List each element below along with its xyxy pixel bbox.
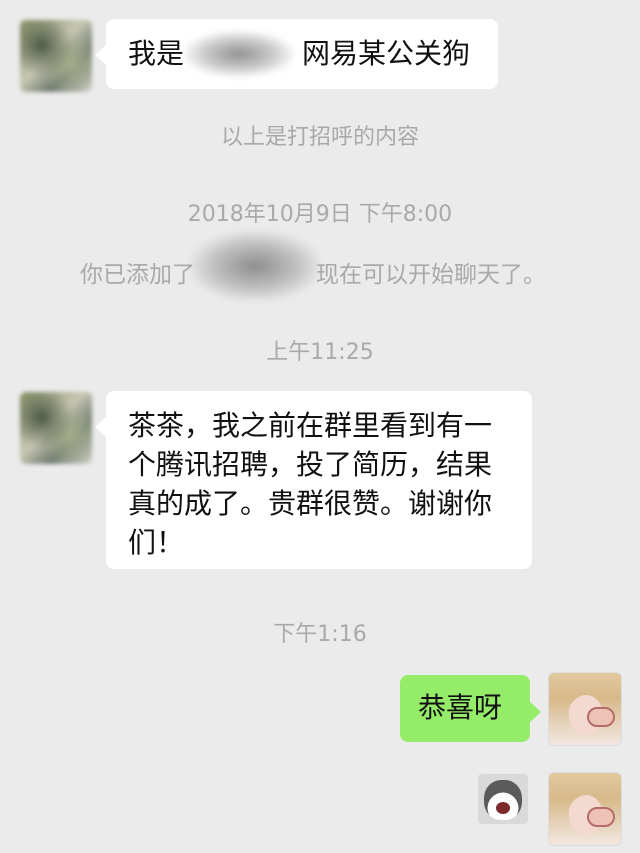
timestamp-1: 2018年10月9日 下午8:00 — [187, 202, 453, 227]
user-avatar-icon-2[interactable] — [548, 772, 622, 846]
contact-avatar[interactable] — [20, 20, 92, 92]
added-contact-note: 你已添加了 现在可以开始聊天了。 — [80, 231, 560, 301]
added-note-prefix: 你已添加了 — [80, 262, 195, 288]
contact-avatar-2[interactable] — [20, 392, 92, 464]
timestamp-3: 下午1:16 — [273, 622, 367, 647]
message-bubble-intro[interactable]: 我是 网易某公关狗 — [95, 19, 498, 89]
added-note-suffix: 现在可以开始聊天了。 — [316, 262, 546, 288]
dog-face-icon — [484, 780, 522, 820]
redacted-name-smudge — [184, 31, 294, 77]
message-bubble-reply[interactable]: 恭喜呀 — [400, 675, 541, 742]
intro-prefix-text: 我是 — [128, 37, 185, 70]
husky-sticker-icon[interactable] — [478, 774, 528, 824]
timestamp-2: 上午11:25 — [266, 340, 374, 365]
intro-suffix-text: 网易某公关狗 — [302, 37, 471, 70]
long-message-text: 茶茶，我之前在群里看到有一个腾讯招聘，投了简历，结果真的成了。贵群很赞。谢谢你们… — [128, 409, 493, 559]
reply-text: 恭喜呀 — [418, 691, 503, 724]
message-bubble-long[interactable]: 茶茶，我之前在群里看到有一个腾讯招聘，投了简历，结果真的成了。贵群很赞。谢谢你们… — [95, 391, 532, 569]
redacted-contact-smudge — [190, 231, 320, 301]
dog-mouth-icon — [496, 802, 510, 814]
avatar-hand-icon — [587, 707, 615, 727]
greeting-note: 以上是打招呼的内容 — [220, 125, 419, 150]
user-avatar-icon[interactable] — [548, 672, 622, 746]
avatar-hand-icon-2 — [587, 807, 615, 827]
